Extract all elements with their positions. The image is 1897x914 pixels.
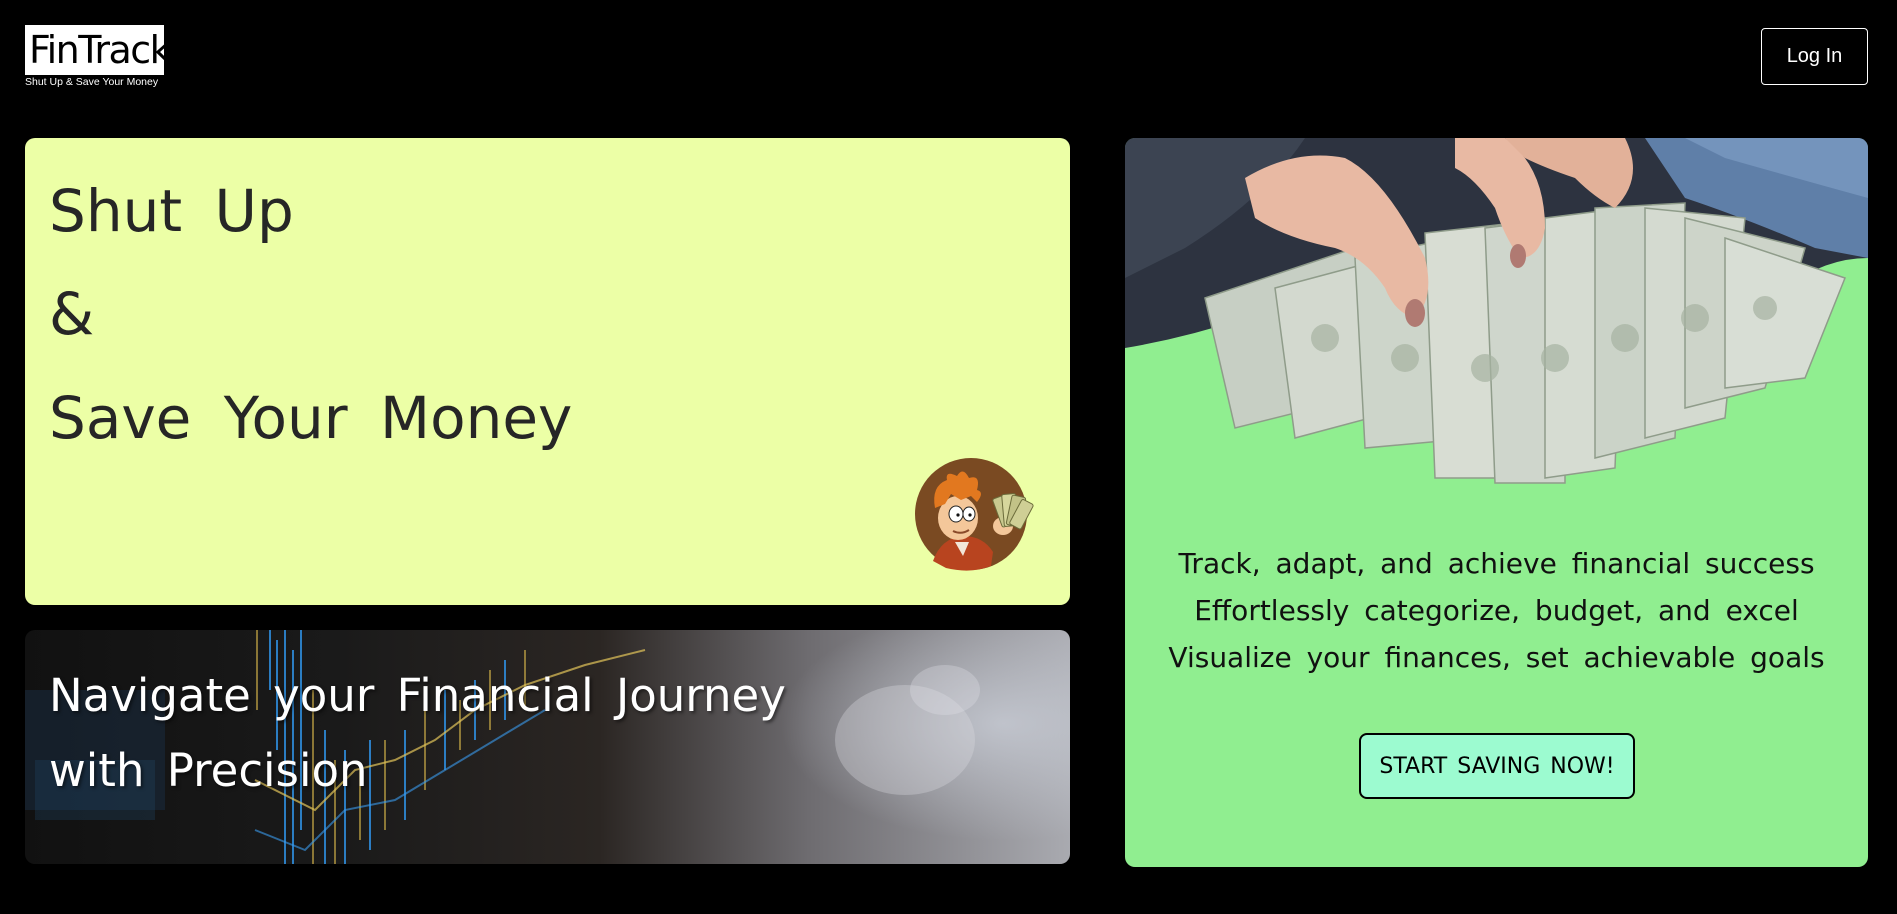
feature-item: Effortlessly categorize, budget, and exc… (1194, 594, 1799, 627)
hero-title-line-1: Shut Up (49, 177, 294, 245)
feature-card: Track, adapt, and achieve financial succ… (1125, 138, 1868, 867)
hero-title-line-3: Save Your Money (49, 384, 573, 452)
feature-list: Track, adapt, and achieve financial succ… (1125, 540, 1868, 681)
navigate-headline: Navigate your Financial Journey with Pre… (49, 658, 786, 808)
login-button[interactable]: Log In (1761, 28, 1868, 85)
navigate-banner: Navigate your Financial Journey with Pre… (25, 630, 1070, 864)
feature-item: Track, adapt, and achieve financial succ… (1178, 547, 1815, 580)
start-saving-button[interactable]: START SAVING NOW! (1359, 733, 1635, 799)
logo-text: FinTrack (25, 25, 164, 75)
hero-card: Shut Up & Save Your Money (25, 138, 1070, 605)
hero-title-line-2: & (49, 280, 95, 348)
logo-tagline: Shut Up & Save Your Money (25, 76, 159, 88)
logo[interactable]: FinTrack Shut Up & Save Your Money (25, 25, 164, 88)
cartoon-character-holding-money-icon (915, 458, 1034, 571)
feature-item: Visualize your finances, set achievable … (1168, 641, 1825, 674)
navigate-headline-line-2: with Precision (49, 744, 368, 797)
hands-holding-dollar-bills-photo (1125, 138, 1868, 484)
navigate-headline-line-1: Navigate your Financial Journey (49, 669, 786, 722)
